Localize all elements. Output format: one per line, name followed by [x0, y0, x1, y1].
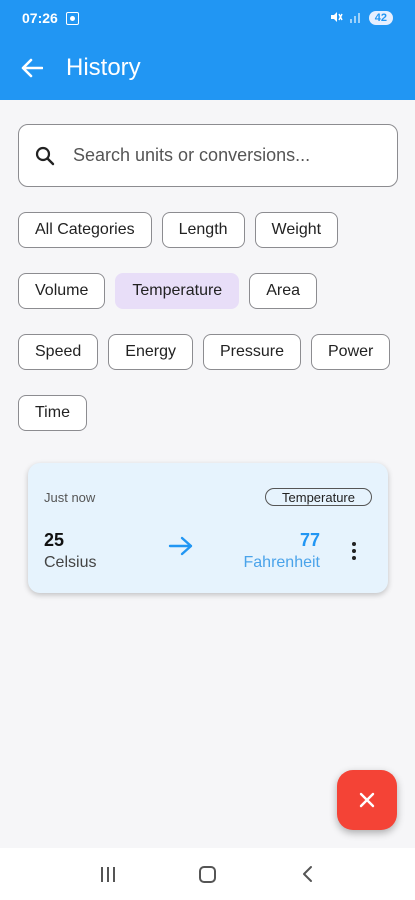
history-time: Just now	[44, 490, 96, 505]
search-icon	[33, 144, 57, 168]
battery-icon: 42	[368, 11, 393, 25]
chip-time[interactable]: Time	[18, 395, 87, 431]
to-value: 77	[299, 530, 320, 550]
chip-speed[interactable]: Speed	[18, 334, 99, 370]
back-icon	[303, 866, 313, 882]
system-navigation-bar	[0, 848, 415, 900]
status-time: 07:26	[22, 10, 58, 26]
home-icon	[198, 865, 216, 883]
clear-history-button[interactable]	[337, 770, 397, 830]
mute-icon	[329, 10, 343, 27]
arrow-right-icon	[168, 535, 194, 562]
search-field[interactable]	[18, 124, 398, 187]
system-back-button[interactable]	[287, 854, 327, 894]
chip-all-categories[interactable]: All Categories	[18, 212, 152, 248]
from-unit: Celsius	[44, 554, 97, 571]
chip-pressure[interactable]: Pressure	[202, 334, 301, 370]
history-card[interactable]: Just now Temperature 25 Celsius 77 Fahre…	[28, 463, 388, 593]
app-bar: History	[0, 36, 415, 100]
chip-energy[interactable]: Energy	[108, 334, 193, 370]
from-value: 25	[44, 530, 65, 550]
status-icons: 42	[329, 10, 393, 27]
category-badge: Temperature	[265, 488, 372, 506]
recents-icon	[100, 866, 115, 882]
chip-weight[interactable]: Weight	[254, 212, 339, 248]
page-title: History	[66, 54, 141, 81]
chip-power[interactable]: Power	[311, 334, 391, 370]
search-input[interactable]	[73, 145, 363, 166]
home-button[interactable]	[187, 854, 227, 894]
more-options-icon[interactable]	[344, 539, 364, 563]
arrow-left-icon	[21, 58, 43, 78]
screen-record-icon	[65, 11, 79, 25]
chip-temperature[interactable]: Temperature	[115, 273, 240, 309]
to-unit: Fahrenheit	[243, 554, 321, 571]
category-filter-chips: All Categories Length Weight Volume Temp…	[18, 212, 403, 431]
status-bar: 07:26 42	[0, 0, 415, 36]
close-icon	[359, 792, 375, 808]
back-button[interactable]	[0, 36, 64, 100]
chip-area[interactable]: Area	[249, 273, 317, 309]
signal-icon	[349, 11, 363, 26]
recents-button[interactable]	[88, 854, 128, 894]
chip-volume[interactable]: Volume	[18, 273, 106, 309]
chip-length[interactable]: Length	[161, 212, 245, 248]
